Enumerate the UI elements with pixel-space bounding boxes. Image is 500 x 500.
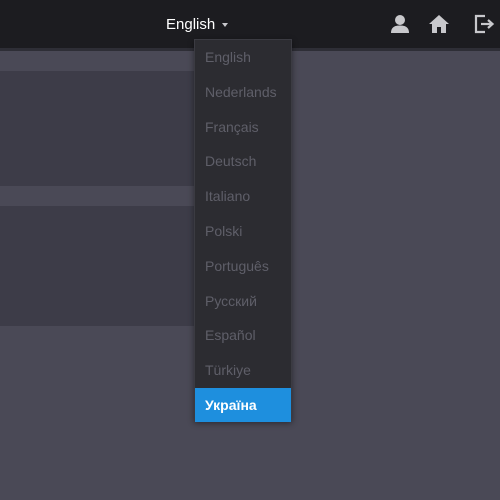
language-option-selected[interactable]: Україна — [195, 388, 291, 422]
language-option[interactable]: Nederlands — [195, 75, 291, 109]
language-option[interactable]: Türkiye — [195, 353, 291, 387]
language-option[interactable]: Français — [195, 110, 291, 144]
language-selector[interactable]: English — [166, 13, 229, 35]
logout-icon[interactable] — [473, 13, 495, 35]
home-icon[interactable] — [428, 13, 450, 35]
caret-down-icon — [222, 23, 229, 27]
language-option[interactable]: Polski — [195, 214, 291, 248]
language-option[interactable]: Русский — [195, 284, 291, 318]
language-option[interactable]: Italiano — [195, 179, 291, 213]
language-option[interactable]: Português — [195, 249, 291, 283]
language-dropdown-menu: English Nederlands Français Deutsch Italiano… — [194, 39, 292, 422]
background-panel — [0, 206, 195, 326]
language-option[interactable]: English — [195, 40, 291, 74]
language-option[interactable]: Deutsch — [195, 144, 291, 178]
app-screen: English English Nederlands Français Deutsch… — [0, 0, 500, 500]
language-option[interactable]: Español — [195, 318, 291, 352]
language-selector-label: English — [166, 15, 216, 33]
background-panel — [0, 71, 195, 186]
user-icon[interactable] — [389, 13, 411, 35]
